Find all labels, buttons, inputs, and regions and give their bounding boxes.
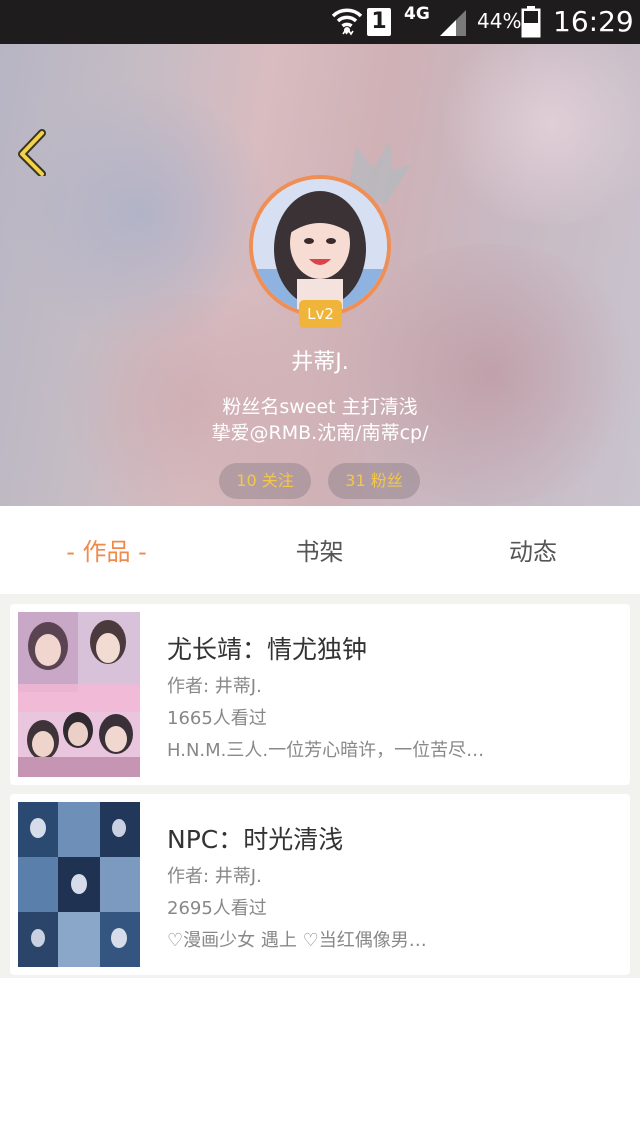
bio-line: 挚爱@RMB.沈南/南蒂cp/ xyxy=(211,422,429,444)
avatar-image xyxy=(253,179,387,313)
fans-count-button[interactable]: 31 粉丝 xyxy=(328,463,420,499)
wifi-icon xyxy=(331,4,363,42)
battery-icon xyxy=(521,6,541,42)
network-type: 4G xyxy=(404,4,430,24)
signal-icon xyxy=(438,8,468,40)
back-button[interactable] xyxy=(12,128,56,178)
book-author: 作者: 井蒂J. xyxy=(167,866,262,887)
tab-bar: - 作品 - 书架 动态 xyxy=(0,506,640,594)
book-title: NPC：时光清浅 xyxy=(167,825,344,854)
profile-header: Lv2 井蒂J. 粉丝名sweet 主打清浅 挚爱@RMB.沈南/南蒂cp/ 1… xyxy=(0,44,640,506)
clock: 16:29 xyxy=(553,5,634,38)
book-author: 作者: 井蒂J. xyxy=(167,676,262,697)
book-cover xyxy=(18,802,140,967)
bio-line: 粉丝名sweet 主打清浅 xyxy=(222,396,418,418)
username: 井蒂J. xyxy=(291,350,349,375)
book-description: H.N.M.三人.一位芳心暗许，一位苦尽… xyxy=(167,740,485,761)
book-cover xyxy=(18,612,140,777)
tab-activity[interactable]: 动态 xyxy=(426,506,640,594)
sim-icon: 1 xyxy=(367,8,391,36)
book-title: 尤长靖：情尤独钟 xyxy=(167,635,368,664)
list-item[interactable]: NPC：时光清浅 作者: 井蒂J. 2695人看过 ♡漫画少女 遇上 ♡当红偶像… xyxy=(10,794,630,975)
list-item[interactable]: 尤长靖：情尤独钟 作者: 井蒂J. 1665人看过 H.N.M.三人.一位芳心暗… xyxy=(10,604,630,785)
book-views: 1665人看过 xyxy=(167,708,267,729)
header-background xyxy=(430,44,640,224)
tab-works[interactable]: - 作品 - xyxy=(0,506,213,594)
empty-area xyxy=(0,978,640,1138)
avatar[interactable] xyxy=(249,175,391,317)
tab-bookshelf[interactable]: 书架 xyxy=(213,506,426,594)
book-views: 2695人看过 xyxy=(167,898,267,919)
following-count-button[interactable]: 10 关注 xyxy=(219,463,311,499)
chevron-left-icon xyxy=(18,129,46,178)
level-badge: Lv2 xyxy=(299,300,342,328)
status-bar: 1 4G 44% 16:29 xyxy=(0,0,640,44)
book-description: ♡漫画少女 遇上 ♡当红偶像男… xyxy=(167,930,427,951)
works-list: 尤长靖：情尤独钟 作者: 井蒂J. 1665人看过 H.N.M.三人.一位芳心暗… xyxy=(0,594,640,978)
battery-percent: 44% xyxy=(477,9,522,33)
bio: 粉丝名sweet 主打清浅 挚爱@RMB.沈南/南蒂cp/ xyxy=(0,394,640,446)
